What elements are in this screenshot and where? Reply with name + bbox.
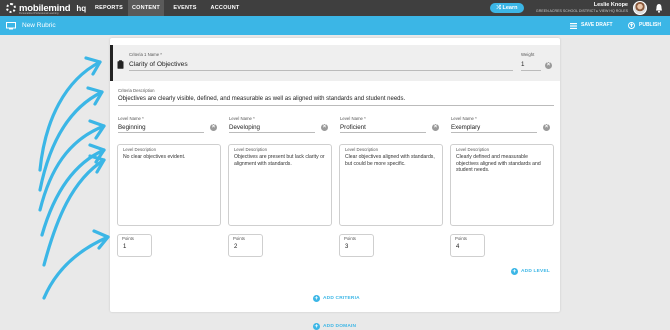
- level-description-label: Level Description: [123, 147, 156, 152]
- add-level-button[interactable]: + ADD LEVEL: [511, 268, 550, 275]
- publish-icon: [628, 22, 635, 29]
- publish-label: PUBLISH: [639, 22, 661, 28]
- publish-button[interactable]: PUBLISH: [628, 16, 661, 35]
- save-icon: [570, 22, 577, 29]
- learn-button[interactable]: ⤮ Learn: [490, 3, 524, 13]
- annotation-arrow: [42, 235, 110, 300]
- weight-underline: [521, 70, 541, 71]
- bell-icon[interactable]: [655, 3, 663, 13]
- learn-label: Learn: [502, 5, 518, 11]
- add-criteria-button[interactable]: + ADD CRITERIA: [313, 295, 360, 302]
- level-description-box[interactable]: Level Description Clearly defined and me…: [450, 144, 554, 226]
- level-name-input[interactable]: Beginning: [118, 124, 146, 131]
- save-draft-label: SAVE DRAFT: [581, 22, 613, 28]
- page-title: New Rubric: [6, 16, 56, 35]
- add-icon: +: [511, 268, 518, 275]
- points-value: 1: [123, 244, 127, 250]
- level-description-text: Objectives are present but lack clarity …: [234, 154, 325, 167]
- level-name-underline: [229, 132, 315, 133]
- level-points-box[interactable]: Points 4: [450, 234, 485, 257]
- points-value: 2: [234, 244, 238, 250]
- level-name-underline: [118, 132, 204, 133]
- level-name-input[interactable]: Exemplary: [451, 124, 480, 131]
- weight-label: Weight: [521, 52, 535, 57]
- logo[interactable]: mobilemind Personalized Professional Lea…: [6, 2, 86, 15]
- level-name-label: Level Name *: [118, 116, 144, 121]
- nav-events[interactable]: EVENTS: [168, 0, 202, 16]
- level-points-box[interactable]: Points 3: [339, 234, 374, 257]
- criteria-description-input[interactable]: Objectives are clearly visible, defined,…: [118, 96, 405, 102]
- avatar[interactable]: [633, 1, 647, 15]
- level-clear-icon[interactable]: ×: [321, 124, 328, 131]
- level-name-underline: [451, 132, 537, 133]
- criteria-name-label: Criteria 1 Name *: [129, 52, 162, 57]
- nav-account[interactable]: ACCOUNT: [206, 0, 244, 16]
- level-name-label: Level Name *: [340, 116, 366, 121]
- annotation-arrows: [38, 56, 110, 300]
- points-value: 3: [345, 244, 349, 250]
- user-name: Leslie Knope: [593, 2, 628, 8]
- nav-reports[interactable]: REPORTS: [90, 0, 128, 16]
- weight-clear-icon[interactable]: ×: [545, 62, 552, 69]
- level-points-box[interactable]: Points 2: [228, 234, 263, 257]
- level-description-label: Level Description: [345, 147, 378, 152]
- user-org[interactable]: GREEN ACRES SCHOOL DISTRICT ▸ VIEW HQ RO…: [530, 9, 628, 13]
- clipboard-icon: [117, 60, 124, 69]
- level-description-box[interactable]: Level Description Objectives are present…: [228, 144, 332, 226]
- level-name-input[interactable]: Developing: [229, 124, 260, 131]
- weight-input[interactable]: 1: [521, 61, 524, 68]
- nav-content[interactable]: CONTENT: [128, 0, 164, 16]
- level-description-text: No clear objectives evident.: [123, 154, 186, 160]
- level-description-text: Clearly defined and measurable objective…: [456, 154, 541, 173]
- add-criteria-label: ADD CRITERIA: [323, 296, 360, 301]
- add-domain-label: ADD DOMAIN: [323, 324, 357, 329]
- level-name-label: Level Name *: [229, 116, 255, 121]
- logo-icon: [6, 3, 16, 13]
- level-name-underline: [340, 132, 426, 133]
- monitor-icon: [6, 21, 16, 29]
- points-label: Points: [122, 236, 134, 241]
- page-header: New Rubric SAVE DRAFT PUBLISH: [0, 16, 670, 35]
- level-name-input[interactable]: Proficient: [340, 124, 366, 131]
- criteria-name-underline: [129, 70, 513, 71]
- logo-subtitle: Personalized Professional Learning: [19, 12, 59, 15]
- level-clear-icon[interactable]: ×: [210, 124, 217, 131]
- level-description-box[interactable]: Level Description No clear objectives ev…: [117, 144, 221, 226]
- points-label: Points: [344, 236, 356, 241]
- add-icon: +: [313, 295, 320, 302]
- level-description-label: Level Description: [234, 147, 267, 152]
- points-label: Points: [455, 236, 467, 241]
- level-description-box[interactable]: Level Description Clear objectives align…: [339, 144, 443, 226]
- criteria-description-underline: [118, 105, 554, 106]
- top-nav: mobilemind Personalized Professional Lea…: [0, 0, 670, 16]
- add-icon: +: [313, 323, 320, 330]
- level-description-label: Level Description: [456, 147, 489, 152]
- points-label: Points: [233, 236, 245, 241]
- level-points-box[interactable]: Points 1: [117, 234, 152, 257]
- points-value: 4: [456, 244, 460, 250]
- level-name-label: Level Name *: [451, 116, 477, 121]
- level-clear-icon[interactable]: ×: [432, 124, 439, 131]
- page-title-text: New Rubric: [22, 22, 56, 29]
- add-domain-button[interactable]: + ADD DOMAIN: [313, 323, 356, 330]
- save-draft-button[interactable]: SAVE DRAFT: [570, 16, 613, 35]
- criteria-description-label: Criteria Description: [118, 88, 155, 93]
- level-clear-icon[interactable]: ×: [543, 124, 550, 131]
- level-description-text: Clear objectives aligned with standards,…: [345, 154, 435, 167]
- criteria-name-input[interactable]: Clarity of Objectives: [129, 61, 188, 68]
- add-level-label: ADD LEVEL: [521, 269, 550, 274]
